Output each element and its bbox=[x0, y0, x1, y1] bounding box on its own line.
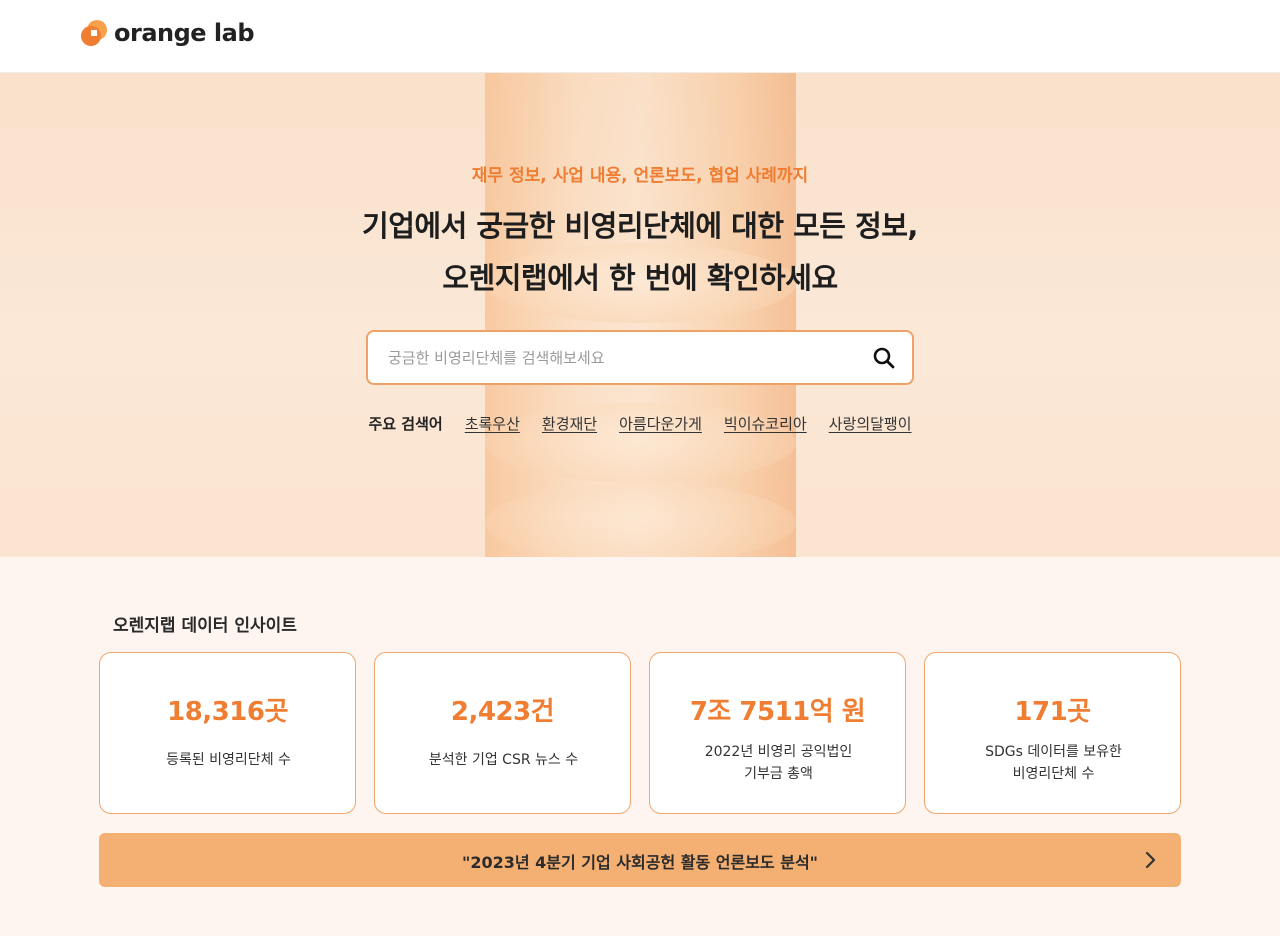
search-icon bbox=[870, 347, 898, 375]
report-banner[interactable]: "2023년 4분기 기업 사회공헌 활동 언론보도 분석" bbox=[99, 833, 1181, 887]
search-input[interactable] bbox=[388, 344, 848, 372]
stat-description: 분석한 기업 CSR 뉴스 수 bbox=[428, 752, 579, 768]
hero-section: 재무 정보, 사업 내용, 언론보도, 협업 사례까지 기업에서 궁금한 비영리… bbox=[0, 73, 1280, 557]
stat-card: 2,423건 분석한 기업 CSR 뉴스 수 bbox=[374, 652, 631, 814]
logo[interactable]: orange lab bbox=[80, 19, 255, 47]
keyword-link[interactable]: 초록우산 bbox=[465, 413, 520, 434]
insight-section: 오렌지랩 데이터 인사이트 18,316곳 등록된 비영리단체 수 2,423건… bbox=[0, 557, 1280, 936]
keyword-link[interactable]: 아름다운가게 bbox=[619, 413, 702, 434]
hero-title-line2: 오렌지랩에서 한 번에 확인하세요 bbox=[442, 261, 838, 295]
hero-eyebrow: 재무 정보, 사업 내용, 언론보도, 협업 사례까지 bbox=[471, 166, 809, 186]
stat-value: 18,316곳 bbox=[167, 697, 288, 727]
search-box bbox=[366, 330, 914, 385]
keywords-label: 주요 검색어 bbox=[368, 415, 443, 433]
stat-description: SDGs 데이터를 보유한 비영리단체 수 bbox=[985, 744, 1122, 782]
stat-value: 171곳 bbox=[1014, 697, 1091, 727]
stat-value: 2,423건 bbox=[450, 697, 555, 727]
logo-text: orange lab bbox=[114, 19, 255, 47]
hero-cylinder-illustration bbox=[485, 73, 796, 557]
section-title: 오렌지랩 데이터 인사이트 bbox=[113, 616, 297, 636]
stat-description: 2022년 비영리 공익법인 기부금 총액 bbox=[704, 744, 853, 782]
chevron-right-icon bbox=[1139, 849, 1161, 871]
banner-text: "2023년 4분기 기업 사회공헌 활동 언론보도 분석" bbox=[462, 853, 818, 872]
site-header: orange lab bbox=[0, 0, 1280, 73]
keyword-link[interactable]: 빅이슈코리아 bbox=[724, 413, 807, 434]
popular-keywords: 주요 검색어 초록우산 환경재단 아름다운가게 빅이슈코리아 사랑의달팽이 bbox=[0, 413, 1280, 434]
stat-card: 171곳 SDGs 데이터를 보유한 비영리단체 수 bbox=[924, 652, 1181, 814]
keyword-link[interactable]: 환경재단 bbox=[542, 413, 597, 434]
keyword-link[interactable]: 사랑의달팽이 bbox=[829, 413, 912, 434]
hero-title-line1: 기업에서 궁금한 비영리단체에 대한 모든 정보, bbox=[362, 209, 918, 243]
search-button[interactable] bbox=[870, 344, 898, 372]
stat-card: 7조 7511억 원 2022년 비영리 공익법인 기부금 총액 bbox=[649, 652, 906, 814]
stat-description: 등록된 비영리단체 수 bbox=[166, 752, 291, 768]
orange-lab-logo-icon bbox=[80, 19, 108, 47]
stat-value: 7조 7511억 원 bbox=[689, 697, 866, 727]
stat-card: 18,316곳 등록된 비영리단체 수 bbox=[99, 652, 356, 814]
